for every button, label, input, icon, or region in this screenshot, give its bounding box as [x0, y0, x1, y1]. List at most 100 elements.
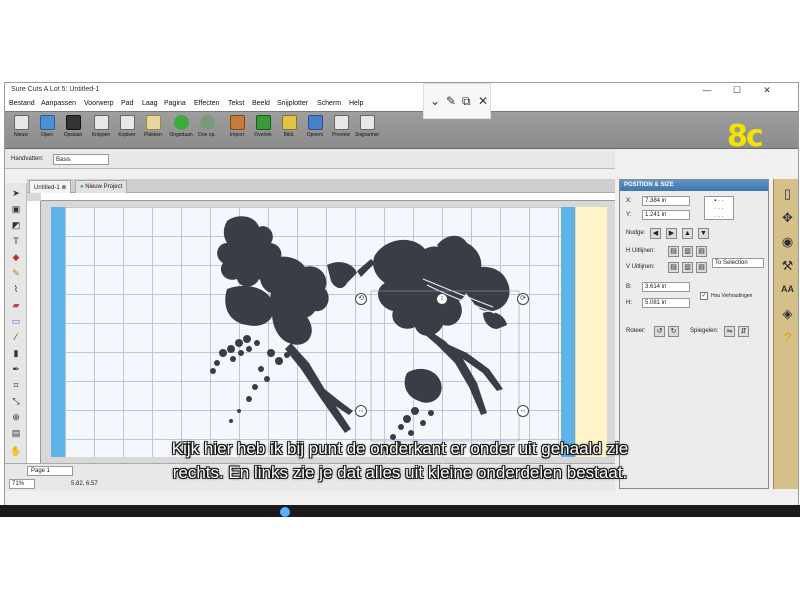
berry-2 — [227, 345, 235, 353]
mirror-h-icon[interactable]: ⇋ — [724, 326, 735, 337]
berry-5 — [230, 356, 236, 362]
fill-tool-icon[interactable]: ◆ — [10, 251, 22, 263]
copy-window-icon[interactable]: ⧉ — [462, 94, 471, 109]
document-icon[interactable]: ▯ — [779, 185, 796, 202]
record-button[interactable]: Opnem — [303, 115, 327, 147]
image-icon — [255, 115, 271, 130]
menu-beeld[interactable]: Beeld — [252, 100, 270, 107]
align-right-icon[interactable]: ▤ — [696, 246, 707, 257]
close-button[interactable]: ✕ — [757, 84, 777, 96]
nudge-right-button[interactable]: ▶ — [666, 228, 677, 239]
align-left-icon[interactable]: ▤ — [668, 246, 679, 257]
rotate-ccw-icon[interactable]: ↺ — [654, 326, 665, 337]
progress-dot[interactable] — [280, 507, 290, 517]
node-tool-icon[interactable]: ▣ — [10, 203, 22, 215]
copy-button[interactable]: Kopieer — [115, 115, 139, 147]
x-field[interactable]: 7.384 in — [642, 196, 690, 206]
brush-tool-icon[interactable]: ⌇ — [10, 283, 22, 295]
redo-button[interactable]: Doe op. — [195, 115, 219, 147]
select-tool-icon[interactable]: ➤ — [10, 187, 22, 199]
menu-help[interactable]: Help — [349, 100, 363, 107]
y-field[interactable]: 1.241 in — [642, 210, 690, 220]
align-center-icon[interactable]: ▥ — [682, 246, 693, 257]
berry-r7 — [420, 420, 426, 426]
tab-untitled[interactable]: Untitled-1 ⊗ — [29, 180, 72, 193]
menu-tekst[interactable]: Tekst — [228, 100, 244, 107]
shape-tool-icon[interactable]: ◩ — [10, 219, 22, 231]
maximize-button[interactable]: ☐ — [727, 84, 747, 96]
rotate-cw-icon[interactable]: ↻ — [668, 326, 679, 337]
menu-effecten[interactable]: Effecten — [194, 100, 220, 107]
nudge-left-button[interactable]: ◀ — [650, 228, 661, 239]
star-icon — [281, 115, 297, 130]
rotate-handle-tl[interactable]: ⟲ — [355, 293, 367, 305]
text-tool-icon[interactable]: T — [10, 235, 22, 247]
eyedropper-tool-icon[interactable]: ⁄ — [10, 331, 22, 343]
help-icon[interactable]: ? — [779, 329, 796, 346]
font-icon[interactable]: AA — [779, 281, 796, 298]
knife-tool-icon[interactable]: ▮ — [10, 347, 22, 359]
menu-snijplotter[interactable]: Snijplotter — [277, 100, 308, 107]
menu-voorwerp[interactable]: Voorwerp — [84, 100, 114, 107]
save-button[interactable]: Opslaan — [61, 115, 85, 147]
scale-handle-top[interactable]: ↕ — [436, 293, 448, 305]
move-icon[interactable]: ✥ — [779, 209, 796, 226]
align-top-icon[interactable]: ▤ — [668, 262, 679, 273]
new-button[interactable]: Nieuw — [9, 115, 33, 147]
monitor-icon — [307, 115, 323, 130]
trace-button[interactable]: Overlek — [251, 115, 275, 147]
menu-scherm[interactable]: Scherm — [317, 100, 341, 107]
scale-handle-left[interactable]: ↔ — [355, 405, 367, 417]
handles-select[interactable]: Basis — [53, 154, 109, 165]
cut-partner-button[interactable]: Snijpartner — [355, 115, 379, 147]
cut-button[interactable]: Knippen — [89, 115, 113, 147]
undo-button[interactable]: Ongedaan — [169, 115, 193, 147]
menu-pad[interactable]: Pad — [121, 100, 133, 107]
crop-tool-icon[interactable]: ⌗ — [10, 379, 22, 391]
tab-new-project[interactable]: ● Nieuw Project — [75, 180, 128, 193]
menu-bar: Bestand Aanpassen Voorwerp Pad Laag Pagi… — [5, 97, 798, 111]
redo-icon — [199, 115, 215, 130]
wrench-icon[interactable]: ⚒ — [779, 257, 796, 274]
pencil-tool-icon[interactable]: ✎ — [10, 267, 22, 279]
panel-title: POSITION & SIZE — [620, 180, 768, 191]
pen-tool-icon[interactable]: ✒ — [10, 363, 22, 375]
scale-tool-icon[interactable]: ⤡ — [10, 395, 22, 407]
layers-icon[interactable]: ◈ — [779, 305, 796, 322]
scale-handle-right[interactable]: ↔ — [517, 405, 529, 417]
palette-icon[interactable]: ◉ — [779, 233, 796, 250]
canvas-area[interactable]: ⟲ ↕ ⟳ ↔ ↔ ⟳ ↕ ✥ — [27, 193, 615, 463]
preview-button[interactable]: Preview — [329, 115, 353, 147]
pen-icon[interactable]: ✎ — [446, 94, 456, 108]
zoom-tool-icon[interactable]: ⊕ — [10, 411, 22, 423]
eraser-tool-icon[interactable]: ▰ — [10, 299, 22, 311]
width-field[interactable]: 3.614 in — [642, 282, 690, 292]
align-bottom-icon[interactable]: ▤ — [696, 262, 707, 273]
menu-bestand[interactable]: Bestand — [9, 100, 35, 107]
nudge-up-button[interactable]: ▲ — [682, 228, 693, 239]
import-button[interactable]: Import — [225, 115, 249, 147]
library-button[interactable]: Bibli. — [277, 115, 301, 147]
keep-ratio-checkbox[interactable]: ✓ — [700, 292, 708, 300]
stem-right-1 — [423, 329, 487, 415]
mirror-v-icon[interactable]: ⇵ — [738, 326, 749, 337]
menu-laag[interactable]: Laag — [142, 100, 158, 107]
nudge-down-button[interactable]: ▼ — [698, 228, 709, 239]
height-field[interactable]: 5.081 in — [642, 298, 690, 308]
align-middle-icon[interactable]: ▥ — [682, 262, 693, 273]
minimize-button[interactable]: — — [697, 84, 717, 96]
floral-artwork[interactable] — [27, 193, 615, 463]
close-popup-icon[interactable]: ✕ — [478, 94, 488, 108]
menu-aanpassen[interactable]: Aanpassen — [41, 100, 76, 107]
video-progress-bar[interactable] — [0, 505, 800, 517]
handles-label: Handvatten: — [11, 156, 44, 162]
menu-pagina[interactable]: Pagina — [164, 100, 186, 107]
open-button[interactable]: Open — [35, 115, 59, 147]
align-target-select[interactable]: To Selection — [712, 258, 764, 268]
rectangle-tool-icon[interactable]: ▭ — [10, 315, 22, 327]
paste-button[interactable]: Plakken — [141, 115, 165, 147]
rotate-handle-tr[interactable]: ⟳ — [517, 293, 529, 305]
berry-1 — [219, 349, 227, 357]
pin-icon[interactable]: ⌄ — [430, 94, 440, 108]
anchor-grid[interactable]: ▪ · · · · · · · · — [704, 196, 734, 220]
